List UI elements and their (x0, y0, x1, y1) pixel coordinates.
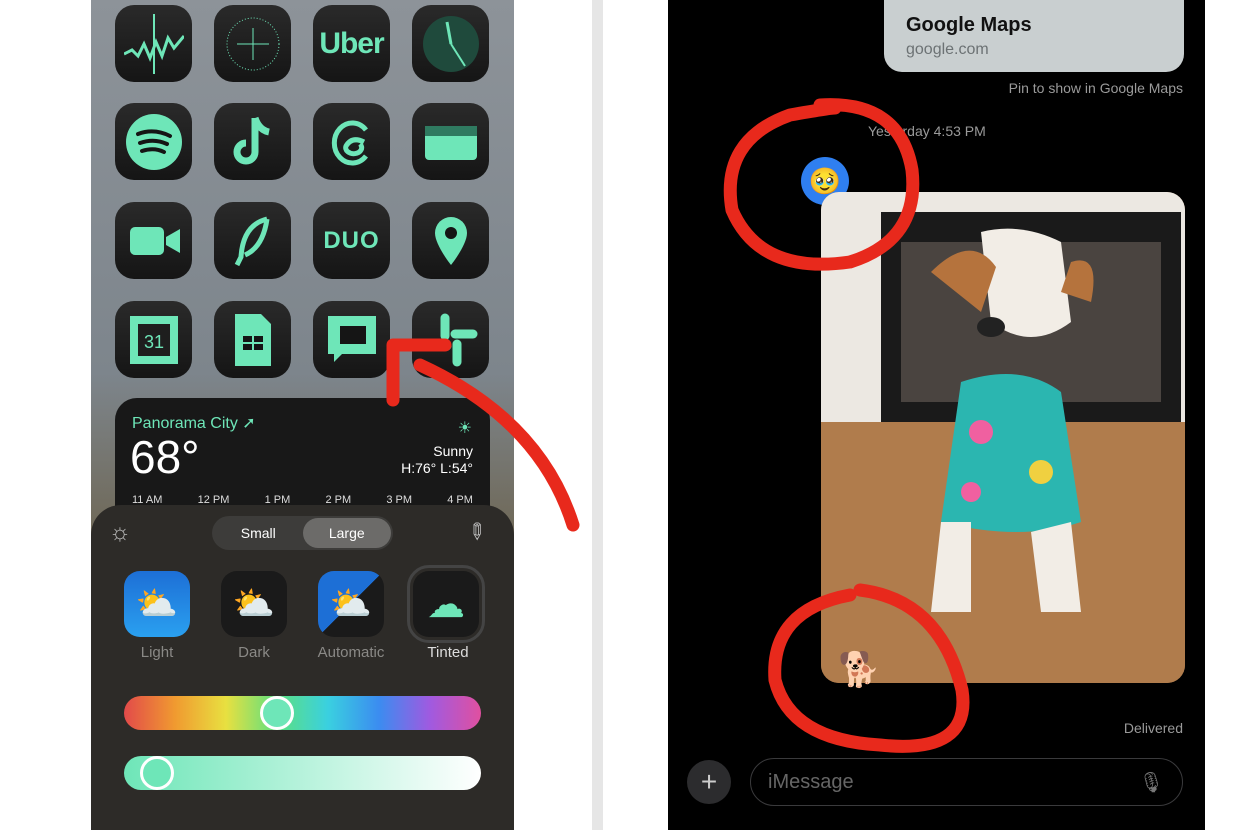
style-dark-button[interactable]: ⛅ (221, 571, 287, 637)
google-chat-icon[interactable] (313, 301, 390, 378)
brightness-icon[interactable]: ☼ (109, 519, 131, 547)
google-maps-icon[interactable] (412, 202, 489, 279)
style-label-tinted: Tinted (427, 644, 469, 661)
link-preview-bubble[interactable]: Google Maps google.com (884, 0, 1184, 72)
weather-condition: Sunny H:76° L:54° (401, 443, 473, 476)
duo-icon[interactable]: DUO (313, 202, 390, 279)
facetime-icon[interactable] (115, 202, 192, 279)
cloud-sun-icon: ⛅ (329, 585, 373, 623)
size-option-large[interactable]: Large (302, 518, 391, 548)
threads-icon[interactable] (313, 103, 390, 180)
hue-slider[interactable] (124, 696, 481, 730)
cloud-sun-icon: ⛅ (135, 585, 179, 623)
message-timestamp: Yesterday 4:53 PM (868, 123, 986, 139)
saturation-slider[interactable] (124, 756, 481, 790)
compass-icon[interactable] (214, 5, 291, 82)
slack-icon[interactable] (412, 301, 489, 378)
dog-photo-image (821, 192, 1185, 683)
saturation-slider-knob[interactable] (140, 756, 175, 790)
size-segmented-control[interactable]: Small Large (212, 516, 393, 550)
style-automatic-button[interactable]: ⛅ (318, 571, 384, 637)
delivery-status: Delivered (1123, 720, 1183, 736)
cloud-sun-icon: ⛅ (232, 585, 276, 623)
hue-slider-knob[interactable] (259, 696, 294, 730)
tiktok-icon[interactable] (214, 103, 291, 180)
sun-icon: ☀ (457, 420, 472, 437)
link-title: Google Maps (906, 14, 1032, 36)
link-url: google.com (906, 41, 989, 58)
location-arrow-icon: ➚ (242, 415, 256, 432)
link-note: Pin to show in Google Maps (1008, 80, 1183, 96)
input-placeholder: iMessage (768, 770, 854, 793)
plus-button[interactable]: + (687, 760, 731, 804)
spotify-icon[interactable] (115, 103, 192, 180)
style-light-button[interactable]: ⛅ (124, 571, 190, 637)
plus-icon: + (700, 766, 718, 797)
image-divider (592, 0, 603, 830)
stocks-icon[interactable] (115, 5, 192, 82)
customize-panel: ☼ Small Large ✎ ⛅ ⛅ ⛅ ☁ Light Dark Autom… (91, 505, 514, 830)
calendar-date: 31 (143, 332, 163, 352)
eyedropper-icon[interactable]: ✎ (461, 516, 492, 547)
style-label-light: Light (140, 644, 174, 661)
imessage-input[interactable]: iMessage 🎙 (750, 758, 1183, 806)
google-calendar-icon[interactable]: 31 (115, 301, 192, 378)
weather-temperature: 68° (130, 431, 200, 483)
size-option-small[interactable]: Small (214, 518, 303, 548)
google-sheets-icon[interactable] (214, 301, 291, 378)
style-tinted-button[interactable]: ☁ (407, 565, 485, 643)
style-label-automatic: Automatic (317, 644, 385, 661)
home-screen: Uber DUO 31 Panorama City ➚ 68° ☀ Sunny H… (91, 0, 514, 830)
clock-icon[interactable] (412, 5, 489, 82)
duo-logo-text: DUO (323, 226, 380, 254)
uber-icon[interactable]: Uber (313, 5, 390, 82)
robinhood-icon[interactable] (214, 202, 291, 279)
dog-sticker[interactable]: 🐕 (838, 650, 880, 690)
messages-conversation: Google Maps google.com Pin to show in Go… (668, 0, 1205, 830)
wallet-icon[interactable] (412, 103, 489, 180)
uber-logo-text: Uber (319, 26, 384, 60)
style-label-dark: Dark (238, 644, 270, 661)
cloud-icon: ☁ (427, 583, 465, 626)
dog-photo[interactable] (821, 192, 1185, 683)
microphone-icon[interactable]: 🎙 (1139, 770, 1164, 795)
